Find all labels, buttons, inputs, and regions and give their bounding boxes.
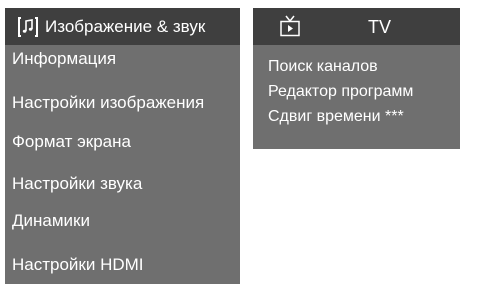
menu-item-program-editor[interactable]: Редактор программ — [268, 82, 413, 102]
picture-sound-menu-title: Изображение & звук — [45, 16, 206, 36]
music-note-icon — [17, 16, 39, 38]
menu-item-channel-search[interactable]: Поиск каналов — [268, 57, 378, 77]
menu-item-speakers[interactable]: Динамики — [12, 211, 90, 231]
menu-item-sound-settings[interactable]: Настройки звука — [12, 174, 142, 194]
tv-menu: TV Поиск каналов Редактор программ Сдвиг… — [253, 8, 460, 149]
menu-item-hdmi-settings[interactable]: Настройки HDMI — [12, 255, 144, 275]
menu-item-picture-settings[interactable]: Настройки изображения — [12, 93, 204, 113]
tv-menu-title: TV — [368, 17, 392, 37]
tv-icon — [280, 15, 300, 37]
tv-menu-header: TV — [253, 8, 460, 45]
picture-sound-menu: Изображение & звук Информация Настройки … — [5, 8, 240, 284]
picture-sound-menu-header: Изображение & звук — [5, 8, 240, 45]
menu-item-screen-format[interactable]: Формат экрана — [12, 132, 131, 152]
menu-item-time-shift[interactable]: Сдвиг времени *** — [268, 107, 404, 127]
menu-item-information[interactable]: Информация — [12, 49, 116, 69]
